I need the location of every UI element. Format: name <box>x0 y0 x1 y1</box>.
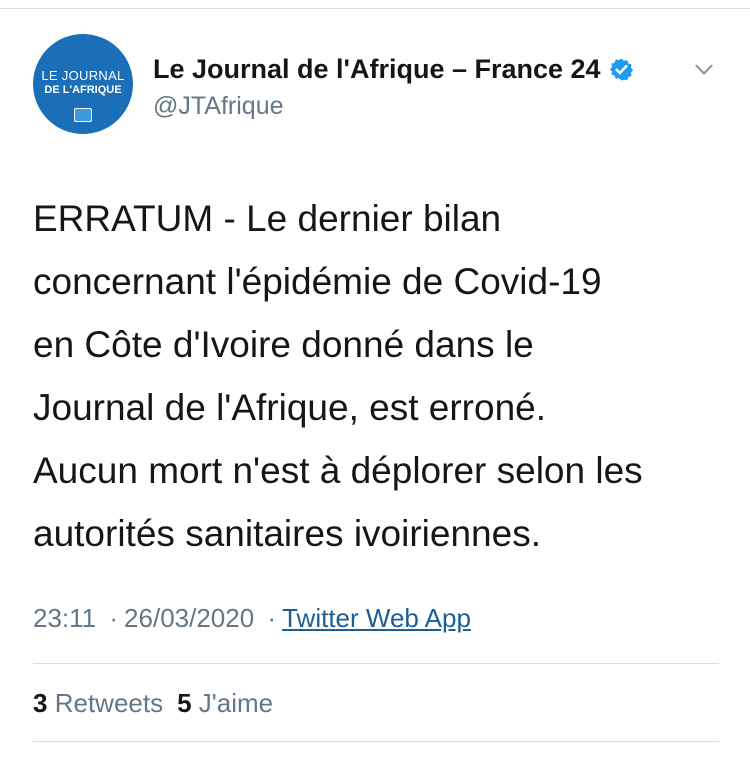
tweet-line: ERRATUM - Le dernier bilan <box>33 198 502 239</box>
meta-separator: · <box>109 603 119 633</box>
meta-separator: · <box>267 603 277 633</box>
tweet-text: ERRATUM - Le dernier bilan concernant l'… <box>33 187 733 565</box>
engagement-stats: 3 Retweets 5 J'aime <box>33 688 273 719</box>
top-divider <box>0 8 750 9</box>
user-handle[interactable]: @JTAfrique <box>153 92 284 121</box>
retweets-label: Retweets <box>54 688 164 718</box>
retweets-count: 3 <box>33 688 48 718</box>
tweet-line: Journal de l'Afrique, est erroné. <box>33 387 547 428</box>
tweet-time[interactable]: 23:11 <box>33 603 96 633</box>
avatar-logo-line1: LE JOURNAL <box>41 68 125 83</box>
likes-count: 5 <box>177 688 192 718</box>
tweet-header: LE JOURNAL DE L'AFRIQUE Le Journal de l'… <box>33 34 723 134</box>
retweets-stat[interactable]: 3 Retweets <box>33 688 163 718</box>
avatar-logo-line2: DE L'AFRIQUE <box>44 84 122 96</box>
display-name[interactable]: Le Journal de l'Afrique – France 24 <box>153 54 601 85</box>
france24-logo-icon <box>74 108 92 122</box>
tweet-date[interactable]: 26/03/2020 <box>124 603 254 633</box>
avatar[interactable]: LE JOURNAL DE L'AFRIQUE <box>33 34 133 134</box>
tweet-line: concernant l'épidémie de Covid-19 <box>33 261 602 302</box>
tweet-line: autorités sanitaires ivoiriennes. <box>33 513 541 554</box>
likes-stat[interactable]: 5 J'aime <box>177 688 273 718</box>
tweet-metadata: 23:11 · 26/03/2020 · Twitter Web App <box>33 603 471 634</box>
tweet-line: Aucun mort n'est à déplorer selon les <box>33 450 643 491</box>
likes-label: J'aime <box>198 688 274 718</box>
chevron-down-icon[interactable] <box>691 56 717 82</box>
tweet-line: en Côte d'Ivoire donné dans le <box>33 324 534 365</box>
tweet-source-link[interactable]: Twitter Web App <box>282 603 471 633</box>
name-row: Le Journal de l'Afrique – France 24 <box>153 52 634 86</box>
divider <box>33 741 719 742</box>
verified-badge-icon <box>609 58 633 80</box>
divider <box>33 663 719 664</box>
